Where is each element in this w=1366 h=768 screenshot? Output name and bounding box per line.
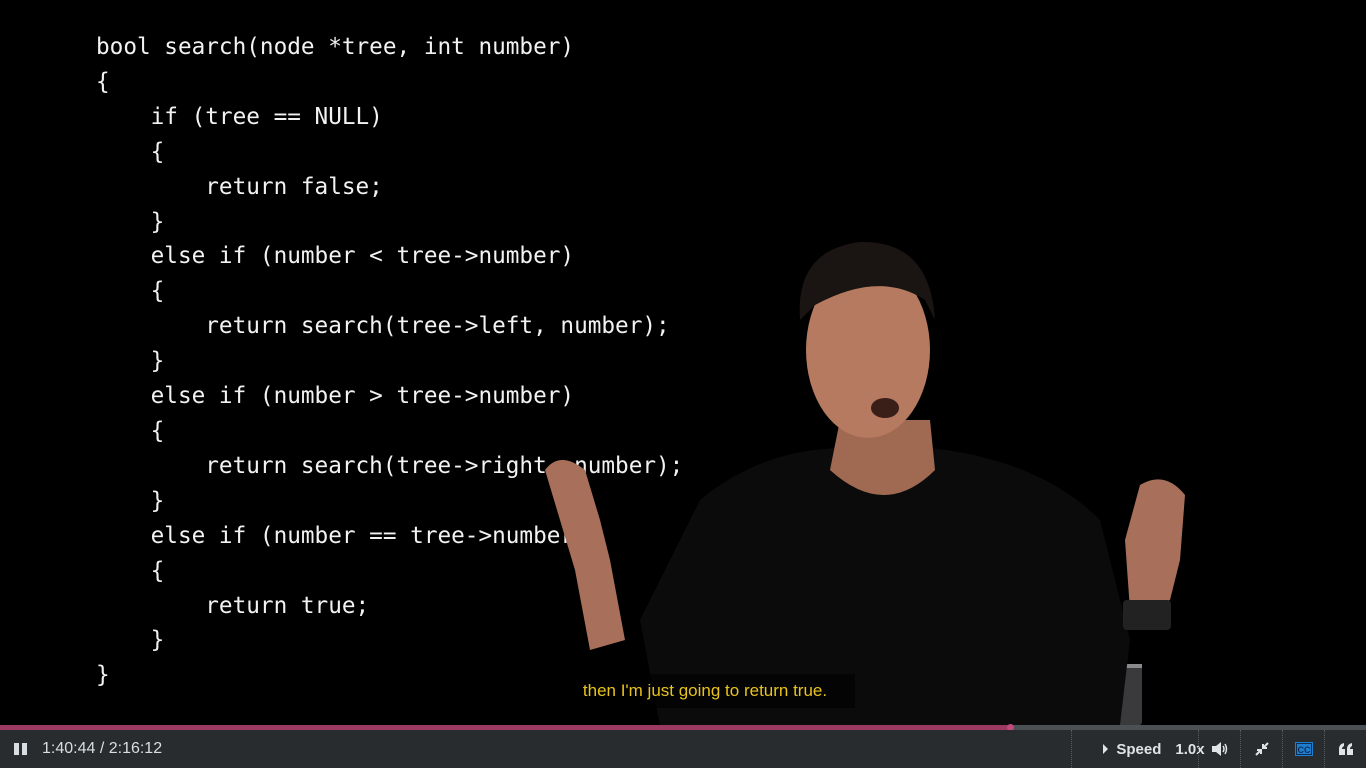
exit-fullscreen-button[interactable] <box>1241 730 1283 768</box>
video-area[interactable]: bool search(node *tree, int number){ if … <box>0 0 1366 725</box>
speed-arrow-icon <box>1103 744 1109 754</box>
pause-icon <box>14 743 27 755</box>
transcript-button[interactable] <box>1325 730 1366 768</box>
exit-fullscreen-icon <box>1255 742 1269 756</box>
svg-text:CC: CC <box>1298 745 1311 755</box>
volume-icon <box>1212 742 1228 756</box>
closed-captions-icon: CC <box>1295 742 1313 756</box>
presenter-image <box>545 241 1185 725</box>
caption-text: then I'm just going to return true. <box>555 674 855 708</box>
time-display: 1:40:44 / 2:16:12 <box>42 740 163 757</box>
speed-label: Speed <box>1116 740 1162 758</box>
pause-button[interactable] <box>8 730 34 768</box>
closed-captions-button[interactable]: CC <box>1283 730 1325 768</box>
transcript-quote-icon <box>1338 743 1353 755</box>
control-bar: 1:40:44 / 2:16:12 Speed 1.0x CC <box>0 730 1366 768</box>
volume-button[interactable] <box>1199 730 1241 768</box>
